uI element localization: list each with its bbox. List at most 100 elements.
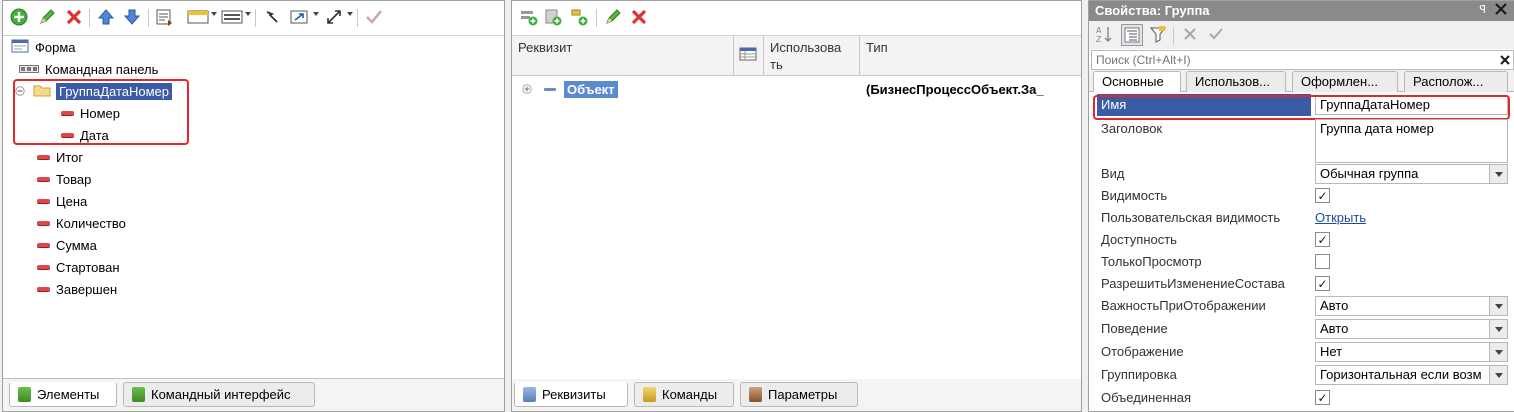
tab-appearance[interactable]: Оформлен... (1292, 71, 1398, 92)
search-clear-icon[interactable] (1497, 52, 1513, 68)
tree-item-price[interactable]: Цена (37, 190, 87, 212)
chevron-down-icon[interactable] (1489, 320, 1507, 338)
display-select[interactable]: Нет (1315, 342, 1508, 362)
undo-icon[interactable] (263, 8, 281, 26)
tab-label: Располож... (1413, 74, 1484, 89)
tab-label: Элементы (37, 387, 100, 402)
chevron-down-icon[interactable] (1489, 343, 1507, 361)
add-key-icon[interactable] (570, 8, 588, 26)
enabled-checkbox[interactable]: ✓ (1315, 232, 1330, 247)
tab-main[interactable]: Основные (1093, 71, 1181, 93)
tree-item-total[interactable]: Итог (37, 146, 83, 168)
tab-placement[interactable]: Располож... (1404, 71, 1508, 92)
property-row-behavior: Поведение Авто (1089, 318, 1514, 340)
resize-dropdown-arrow[interactable] (313, 12, 319, 16)
visibility-checkbox[interactable]: ✓ (1315, 188, 1330, 203)
clear-icon[interactable] (1181, 25, 1199, 43)
sort-az-icon[interactable]: AZ (1095, 25, 1113, 44)
check-icon[interactable] (365, 8, 383, 26)
properties-search-input[interactable] (1092, 53, 1497, 67)
resize-icon[interactable] (289, 8, 311, 26)
column-header-type[interactable]: Тип (860, 36, 1082, 76)
tree-item-label: Количество (56, 215, 126, 231)
command-interface-tab-icon (132, 387, 145, 402)
tree-item-started[interactable]: Стартован (37, 256, 120, 278)
elements-tab-icon (18, 387, 31, 402)
field-icon (37, 287, 50, 291)
expand-icon[interactable] (325, 8, 343, 26)
chevron-down-icon[interactable] (1489, 366, 1507, 384)
column-header-usage-icon[interactable] (734, 36, 764, 76)
tree-item-finished[interactable]: Завершен (37, 278, 117, 300)
move-down-icon[interactable] (123, 8, 141, 26)
tree-item-command-panel[interactable]: Командная панель (19, 58, 158, 80)
elements-toolbar (3, 1, 504, 35)
tree-item-product[interactable]: Товар (37, 168, 91, 190)
tab-elements[interactable]: Элементы (9, 382, 117, 407)
left-bottom-tabs: Элементы Командный интерфейс (3, 379, 504, 411)
column-header-requisite[interactable]: Реквизит (512, 36, 734, 76)
layout-dropdown-arrow[interactable] (211, 12, 217, 16)
open-link[interactable]: Открыть (1315, 210, 1366, 225)
group-layout-icon[interactable] (221, 8, 243, 26)
tree-item-quantity[interactable]: Количество (37, 212, 126, 234)
properties-title: Свойства: Группа (1095, 3, 1210, 18)
property-row-read-only: ТолькоПросмотр (1089, 251, 1514, 273)
toolbar-separator (89, 9, 90, 27)
filter-icon[interactable] (1149, 25, 1167, 43)
pin-icon[interactable]: ꟼ (1479, 3, 1486, 16)
field-icon (37, 177, 50, 181)
delete-icon[interactable] (65, 8, 83, 26)
title-textarea[interactable]: Группа дата номер (1315, 119, 1508, 163)
move-up-icon[interactable] (97, 8, 115, 26)
apply-check-icon[interactable] (1207, 25, 1225, 43)
column-header-label: Тип (866, 40, 888, 55)
tab-usage[interactable]: Использов... (1186, 71, 1286, 92)
importance-select[interactable]: Авто (1315, 296, 1508, 316)
edit-pencil-icon[interactable] (604, 8, 622, 26)
expand-dropdown-arrow[interactable] (347, 12, 353, 16)
property-row-allow-change: РазрешитьИзменениеСостава ✓ (1089, 273, 1514, 295)
kind-select[interactable]: Обычная группа (1315, 164, 1508, 184)
tab-command-interface[interactable]: Командный интерфейс (123, 382, 315, 407)
svg-text:Z: Z (1096, 35, 1102, 44)
behavior-select[interactable]: Авто (1315, 319, 1508, 339)
property-name: Заголовок (1101, 121, 1163, 136)
add-requisite-icon[interactable] (520, 8, 538, 26)
table-row[interactable]: Объект (БизнесПроцессОбъект.За_ (512, 78, 1081, 100)
command-panel-icon (19, 62, 39, 77)
chevron-down-icon[interactable] (1489, 297, 1507, 315)
tab-requisites[interactable]: Реквизиты (514, 382, 628, 407)
categories-icon[interactable] (1121, 24, 1143, 46)
add-icon[interactable] (10, 8, 28, 26)
close-icon[interactable] (1494, 2, 1508, 19)
chevron-down-icon[interactable] (1489, 165, 1507, 183)
group-dropdown-arrow[interactable] (245, 12, 251, 16)
allow-change-checkbox[interactable]: ✓ (1315, 276, 1330, 291)
property-row-united: Объединенная ✓ (1089, 387, 1514, 409)
tab-commands[interactable]: Команды (634, 382, 734, 407)
united-checkbox[interactable]: ✓ (1315, 390, 1330, 405)
tree-item-form[interactable]: Форма (11, 36, 76, 58)
tab-parameters[interactable]: Параметры (740, 382, 858, 407)
tree-item-sum[interactable]: Сумма (37, 234, 97, 256)
tab-label: Командный интерфейс (151, 387, 291, 402)
field-icon (37, 155, 50, 159)
read-only-checkbox[interactable] (1315, 254, 1330, 269)
form-view-icon[interactable] (155, 8, 173, 26)
column-header-usage[interactable]: Использова ть (764, 36, 860, 76)
property-name: Пользовательская видимость (1101, 210, 1281, 225)
grouping-select[interactable]: Горизонтальная если возм (1315, 365, 1508, 385)
commands-tab-icon (643, 387, 656, 402)
requisite-type-cell: (БизнесПроцессОбъект.За_ (866, 81, 1044, 97)
expand-icon[interactable] (522, 82, 532, 97)
column-header-label: Реквизит (518, 40, 573, 55)
tree-item-label: Сумма (56, 237, 97, 253)
properties-tabs: Основные Использов... Оформлен... Распол… (1089, 70, 1514, 93)
add-column-icon[interactable] (544, 8, 562, 26)
properties-title-bar: Свойства: Группа ꟼ (1089, 1, 1514, 21)
layout-icon[interactable] (187, 8, 209, 26)
tab-label: Оформлен... (1301, 74, 1379, 89)
delete-icon[interactable] (630, 8, 648, 26)
edit-pencil-icon[interactable] (38, 8, 56, 26)
